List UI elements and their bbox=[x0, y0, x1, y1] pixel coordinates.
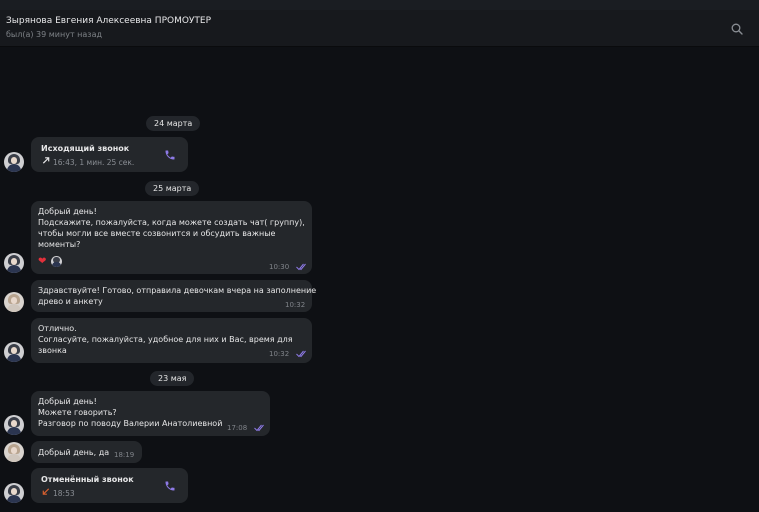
search-icon[interactable] bbox=[731, 23, 743, 35]
read-ticks-icon bbox=[296, 350, 306, 358]
call-details: 18:53 bbox=[41, 487, 75, 499]
call-details: 16:43, 1 мин. 25 сек. bbox=[41, 156, 134, 168]
window-top-strip bbox=[0, 0, 759, 10]
phone-icon[interactable] bbox=[164, 480, 176, 492]
phone-icon[interactable] bbox=[164, 149, 176, 161]
call-time-duration: 16:43, 1 мин. 25 сек. bbox=[53, 158, 135, 167]
avatar[interactable] bbox=[4, 442, 24, 462]
missed-arrow-icon bbox=[42, 488, 50, 495]
outgoing-arrow-icon bbox=[42, 157, 50, 164]
text-message[interactable]: Здравствуйте! Готово, отправила девочкам… bbox=[31, 280, 316, 312]
avatar[interactable] bbox=[4, 415, 24, 435]
message-text: Добрый день! Подскажите, пожалуйста, ког… bbox=[38, 207, 305, 249]
text-message[interactable]: Добрый день! Можете говорить? Разговор п… bbox=[31, 391, 270, 436]
read-ticks-icon bbox=[296, 263, 306, 271]
message-time: 18:19 bbox=[114, 451, 135, 459]
message-time: 10:30 bbox=[269, 263, 290, 271]
message-text: Здравствуйте! Готово, отправила девочкам… bbox=[38, 286, 317, 306]
date-separator: 24 марта bbox=[146, 116, 201, 131]
read-ticks-icon bbox=[254, 424, 264, 432]
avatar[interactable] bbox=[4, 483, 24, 503]
avatar[interactable] bbox=[4, 253, 24, 273]
message-text: Отлично. Согласуйте, пожалуйста, удобное… bbox=[38, 324, 293, 355]
call-time: 18:53 bbox=[53, 489, 75, 498]
chat-title[interactable]: Зырянова Евгения Алексеевна ПРОМОУТЕР bbox=[6, 16, 211, 26]
text-message[interactable]: Добрый день! Подскажите, пожалуйста, ког… bbox=[31, 201, 312, 274]
avatar[interactable] bbox=[4, 342, 24, 362]
text-message[interactable]: Отлично. Согласуйте, пожалуйста, удобное… bbox=[31, 318, 312, 363]
call-message[interactable]: Исходящий звонок 16:43, 1 мин. 25 сек. bbox=[31, 137, 188, 172]
text-message[interactable]: Добрый день, да 18:19 bbox=[31, 441, 142, 463]
call-message[interactable]: Отменённый звонок 18:53 bbox=[31, 468, 188, 503]
message-time: 10:32 bbox=[285, 301, 306, 309]
message-text: Добрый день! Можете говорить? Разговор п… bbox=[38, 397, 223, 428]
date-separator: 23 мая bbox=[150, 371, 195, 386]
heart-reaction-icon: ❤ bbox=[38, 256, 47, 267]
last-seen-status: был(а) 39 минут назад bbox=[6, 30, 102, 39]
chat-header[interactable]: Зырянова Евгения Алексеевна ПРОМОУТЕР бы… bbox=[0, 10, 759, 47]
date-separator: 25 марта bbox=[145, 181, 200, 196]
avatar[interactable] bbox=[4, 152, 24, 172]
message-time: 10:32 bbox=[269, 350, 290, 358]
message-time: 17:08 bbox=[227, 424, 248, 432]
call-title: Отменённый звонок bbox=[41, 475, 134, 484]
call-title: Исходящий звонок bbox=[41, 144, 130, 153]
reactor-avatar bbox=[51, 256, 62, 267]
message-text: Добрый день, да bbox=[38, 448, 110, 457]
avatar[interactable] bbox=[4, 292, 24, 312]
